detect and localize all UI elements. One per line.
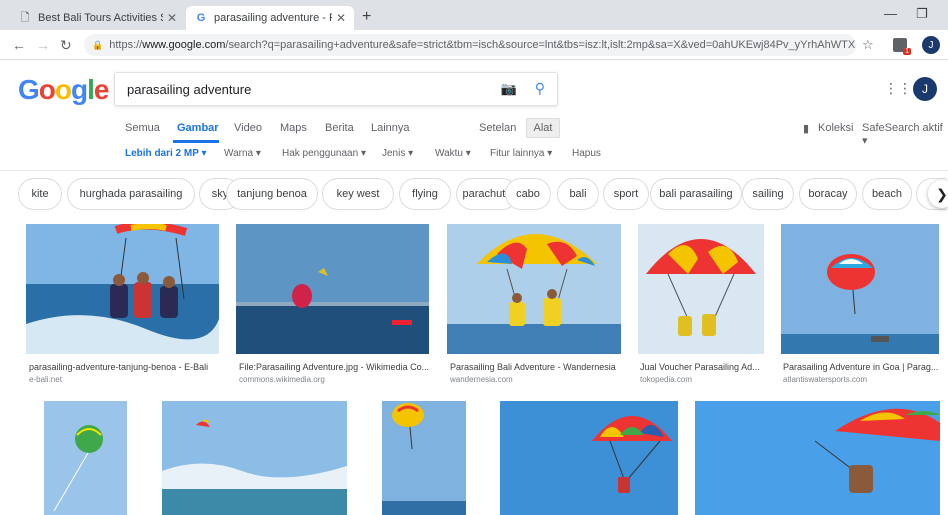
result-image[interactable] — [695, 401, 940, 515]
result-image[interactable] — [44, 401, 127, 515]
chip-cabo[interactable]: cabo — [505, 178, 551, 210]
search-query: parasailing adventure — [127, 81, 252, 97]
search-icon[interactable]: ⚲ — [535, 80, 545, 97]
more-tools-filter[interactable]: Fitur lainnya ▾ — [490, 148, 552, 159]
color-filter[interactable]: Warna ▾ — [224, 148, 261, 159]
chip-bali-parasailing[interactable]: bali parasailing — [650, 178, 742, 210]
tab-news[interactable]: Berita — [325, 122, 354, 134]
clear-filters-link[interactable]: Hapus — [572, 148, 601, 159]
chip-key-west[interactable]: key west — [322, 178, 394, 210]
new-tab-icon[interactable]: + — [362, 8, 371, 26]
chip-boracay[interactable]: boracay — [799, 178, 857, 210]
result-source[interactable]: commons.wikimedia.org — [239, 375, 325, 384]
back-icon[interactable]: ← — [12, 37, 26, 53]
tab-title: parasailing adventure - Penelusu — [214, 12, 332, 24]
url-field[interactable]: 🔒 https://www.google.com/search?q=parasa… — [84, 34, 856, 56]
result-image[interactable] — [162, 401, 347, 515]
chip-sailing[interactable]: sailing — [742, 178, 794, 210]
active-tab-indicator — [173, 140, 219, 143]
lock-icon: 🔒 — [92, 39, 104, 50]
chip-bali[interactable]: bali — [557, 178, 599, 210]
collections-link[interactable]: Koleksi — [818, 122, 853, 134]
tab-maps[interactable]: Maps — [280, 122, 307, 134]
result-image-ebali[interactable] — [26, 224, 219, 354]
browser-tab-bali[interactable]: 🗋 Best Bali Tours Activities Service | ✕ — [10, 6, 185, 30]
result-image[interactable] — [500, 401, 678, 515]
url-path: /search?q=parasailing+adventure&safe=str… — [225, 39, 856, 51]
result-image[interactable] — [382, 401, 466, 515]
chip-flying[interactable]: flying — [399, 178, 451, 210]
account-avatar[interactable]: J — [913, 77, 937, 101]
related-searches-chips: kite hurghada parasailing sky tanjung be… — [18, 178, 948, 212]
result-image-atlantis[interactable] — [781, 224, 939, 354]
type-filter[interactable]: Jenis ▾ — [382, 148, 413, 159]
browser-tab-strip: 🗋 Best Bali Tours Activities Service | ✕… — [0, 0, 948, 30]
chip-sport[interactable]: sport — [603, 178, 649, 210]
tab-title: Best Bali Tours Activities Service | — [38, 12, 163, 24]
size-filter[interactable]: Lebih dari 2 MP ▾ — [125, 148, 207, 159]
minimize-icon[interactable]: — — [884, 6, 897, 21]
chip-hurghada-parasailing[interactable]: hurghada parasailing — [67, 178, 195, 210]
parasail-photo — [162, 401, 347, 515]
parasail-photo — [382, 401, 466, 515]
tools-button[interactable]: Alat — [526, 118, 560, 138]
result-image-wandernesia[interactable] — [447, 224, 621, 354]
safesearch-toggle[interactable]: SafeSearch aktif ▾ — [862, 122, 948, 147]
tab-video[interactable]: Video — [234, 122, 262, 134]
parasail-photo — [638, 224, 764, 354]
settings-link[interactable]: Setelan — [479, 122, 516, 134]
parasail-photo — [695, 401, 940, 515]
restore-icon[interactable]: ❐ — [916, 6, 928, 22]
result-title[interactable]: parasailing-adventure-tanjung-benoa - E-… — [29, 362, 219, 372]
chevron-right-icon[interactable]: ❯ — [928, 180, 948, 208]
tools-bar: Lebih dari 2 MP ▾ Warna ▾ Hak penggunaan… — [0, 148, 948, 164]
time-filter[interactable]: Waktu ▾ — [435, 148, 471, 159]
forward-icon[interactable]: → — [36, 37, 50, 53]
search-type-tabs: Semua Gambar Video Maps Berita Lainnya S… — [0, 122, 948, 147]
extension-badge: 1 — [903, 48, 911, 55]
tab-images[interactable]: Gambar — [177, 122, 219, 134]
parasail-photo — [500, 401, 678, 515]
url-host: www.google.com — [142, 39, 226, 51]
tab-all[interactable]: Semua — [125, 122, 160, 134]
collections-icon: ▮ — [803, 123, 810, 135]
result-source[interactable]: e-bali.net — [29, 375, 62, 384]
close-icon[interactable]: ✕ — [167, 11, 177, 25]
extension-icon[interactable]: 1 — [893, 38, 911, 55]
search-input[interactable]: parasailing adventure 📷 ⚲ — [114, 72, 558, 106]
browser-tab-google[interactable]: G parasailing adventure - Penelusu ✕ — [186, 6, 354, 30]
bookmark-star-icon[interactable]: ☆ — [862, 37, 874, 53]
page-icon: 🗋 — [20, 11, 30, 24]
google-logo[interactable]: Google — [18, 74, 109, 106]
browser-profile-avatar[interactable]: J — [922, 36, 940, 54]
parasail-photo — [26, 224, 219, 354]
parasail-photo — [236, 224, 429, 354]
result-source[interactable]: atlantiswatersports.com — [783, 375, 867, 384]
url-prefix: https:// — [109, 39, 143, 51]
result-source[interactable]: wandernesia.com — [450, 375, 513, 384]
result-source[interactable]: tokopedia.com — [640, 375, 692, 384]
result-image-tokopedia[interactable] — [638, 224, 764, 354]
parasail-photo — [781, 224, 939, 354]
chip-tanjung-benoa[interactable]: tanjung benoa — [226, 178, 318, 210]
result-title[interactable]: Jual Voucher Parasailing Ad... — [640, 362, 766, 372]
tab-more[interactable]: Lainnya — [371, 122, 410, 134]
usage-rights-filter[interactable]: Hak penggunaan ▾ — [282, 148, 366, 159]
result-title[interactable]: File:Parasailing Adventure.jpg - Wikimed… — [239, 362, 429, 372]
parasail-photo — [44, 401, 127, 515]
address-bar: ← → ↻ 🔒 https://www.google.com/search?q=… — [0, 30, 948, 60]
google-favicon-icon: G — [196, 12, 206, 24]
chip-beach[interactable]: beach — [862, 178, 912, 210]
chip-kite[interactable]: kite — [18, 178, 62, 210]
result-title[interactable]: Parasailing Bali Adventure - Wandernesia — [450, 362, 624, 372]
result-image-wikimedia[interactable] — [236, 224, 429, 354]
close-icon[interactable]: ✕ — [336, 11, 346, 25]
reload-icon[interactable]: ↻ — [60, 37, 72, 54]
header-divider — [0, 170, 948, 171]
camera-icon[interactable]: 📷 — [501, 81, 517, 97]
parasail-photo — [447, 224, 621, 354]
result-title[interactable]: Parasailing Adventure in Goa | Parag... — [783, 362, 941, 372]
